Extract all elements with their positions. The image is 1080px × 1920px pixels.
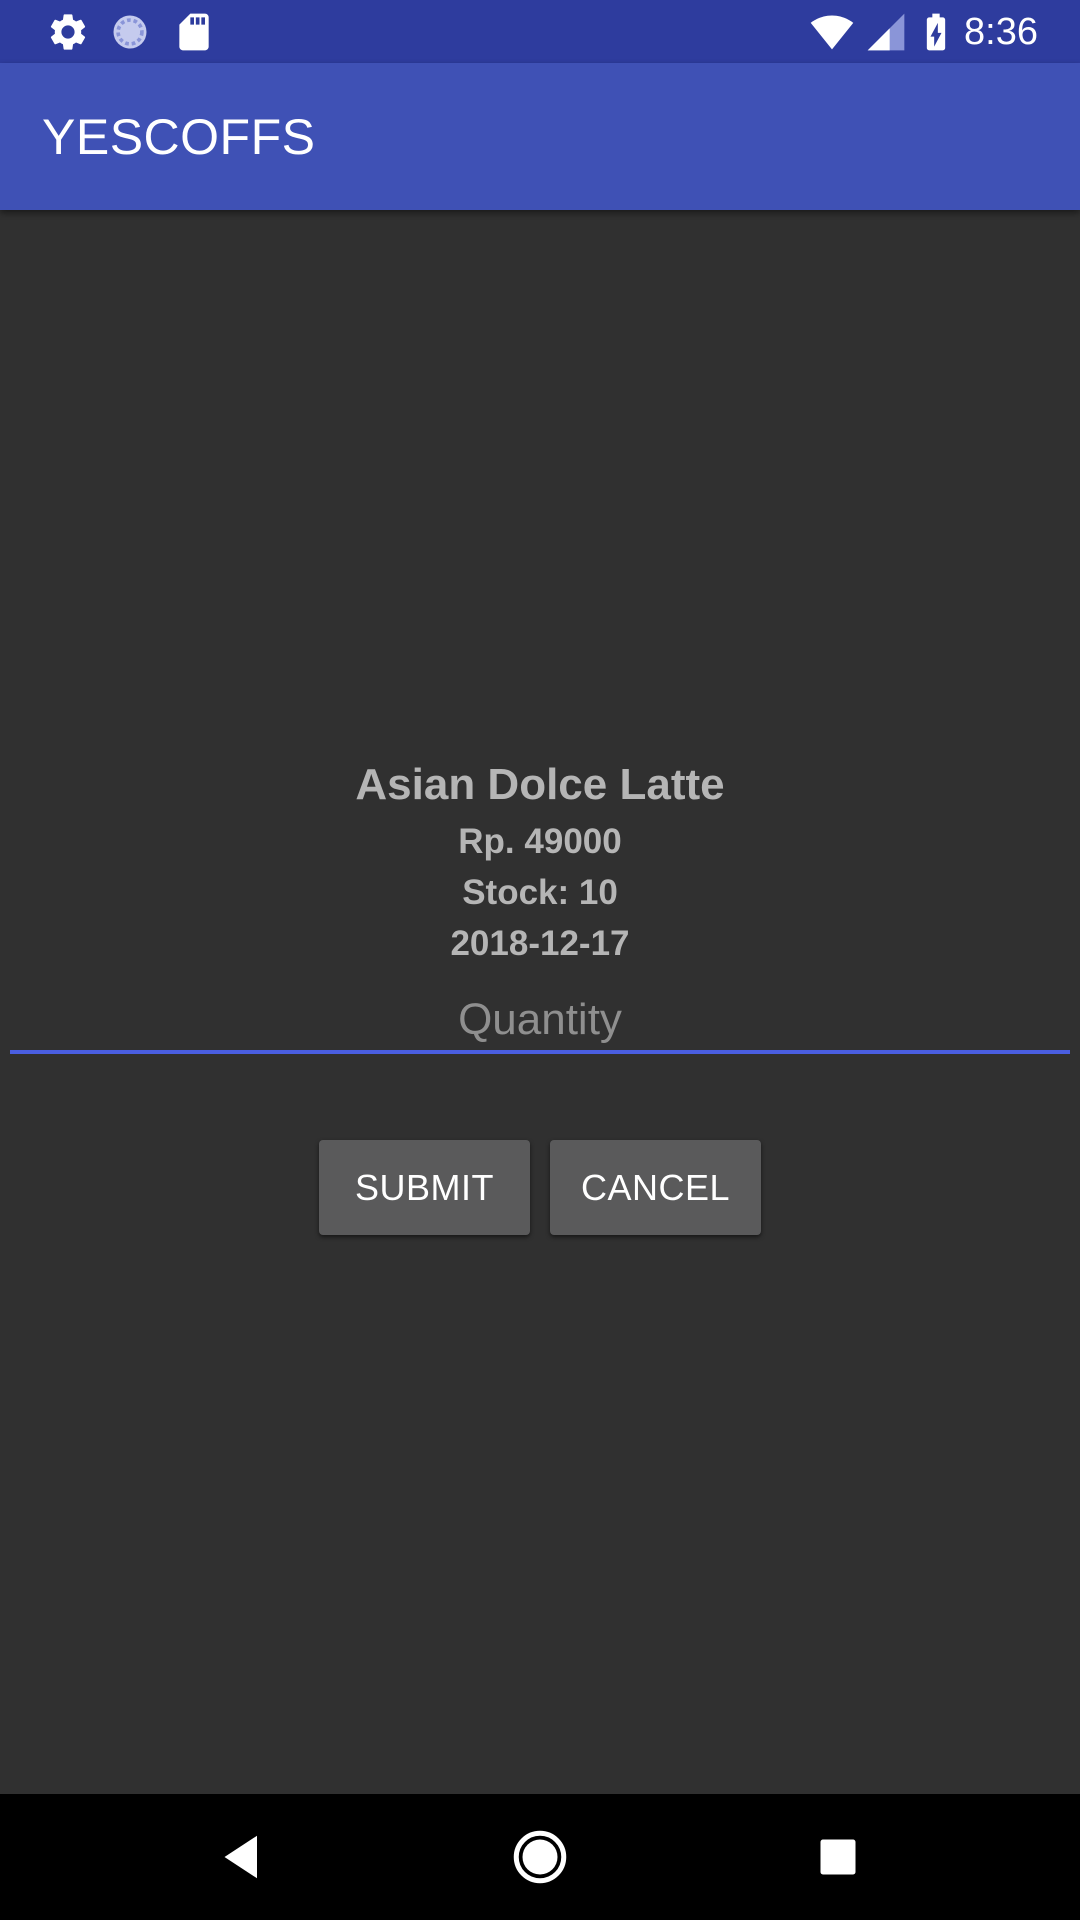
sync-icon	[113, 15, 147, 49]
action-buttons: SUBMIT CANCEL	[0, 1140, 1080, 1235]
cell-signal-icon	[867, 13, 905, 51]
quantity-field-container	[10, 990, 1070, 1062]
wifi-icon	[810, 15, 854, 50]
product-details: Asian Dolce Latte Rp. 49000 Stock: 10 20…	[0, 754, 1080, 969]
quantity-input[interactable]	[10, 990, 1070, 1054]
status-bar: 8:36	[0, 0, 1080, 63]
home-icon[interactable]	[510, 1827, 570, 1887]
product-price: Rp. 49000	[458, 822, 622, 861]
cancel-button[interactable]: CANCEL	[550, 1140, 761, 1235]
battery-charging-icon	[926, 13, 946, 51]
sd-card-icon	[179, 13, 209, 51]
navigation-bar	[0, 1794, 1080, 1920]
recents-icon[interactable]	[808, 1827, 868, 1887]
product-name: Asian Dolce Latte	[355, 760, 725, 809]
app-bar: YESCOFFS	[0, 63, 1080, 210]
product-stock: Stock: 10	[462, 873, 618, 912]
app-title: YESCOFFS	[42, 109, 316, 165]
gear-icon	[50, 14, 86, 50]
product-date: 2018-12-17	[450, 924, 630, 963]
screen: 8:36 YESCOFFS Asian Dolce Latte Rp. 4900…	[0, 0, 1080, 1920]
submit-button[interactable]: SUBMIT	[319, 1140, 530, 1235]
status-time: 8:36	[964, 11, 1038, 53]
back-icon[interactable]	[212, 1827, 272, 1887]
